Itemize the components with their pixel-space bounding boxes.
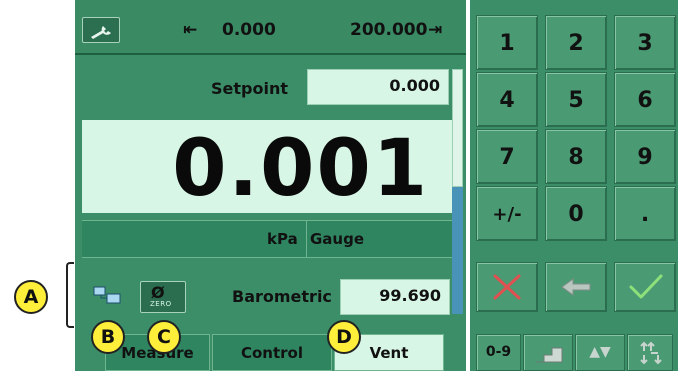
setpoint-label: Setpoint	[211, 79, 288, 98]
setpoint-field[interactable]: 0.000	[307, 69, 449, 105]
cancel-icon	[493, 274, 521, 300]
range-max-icon: ⇥	[428, 20, 443, 40]
range-min-value: 0.000	[222, 20, 276, 40]
key-2[interactable]: 2	[545, 15, 607, 70]
key-decimal[interactable]: .	[614, 186, 676, 241]
numeric-mode-button[interactable]: 0-9	[476, 334, 521, 371]
callout-c: C	[147, 320, 181, 354]
unit-divider	[306, 221, 307, 257]
up-down-arrows-button[interactable]: ▲▼	[575, 334, 625, 371]
range-min-icon: ⇤	[183, 20, 198, 40]
callout-a: A	[14, 280, 48, 314]
mode-label[interactable]: Gauge	[310, 230, 364, 248]
cancel-button[interactable]	[476, 262, 538, 312]
jog-icon	[640, 341, 662, 365]
accept-button[interactable]	[614, 262, 676, 312]
backspace-arrow-icon	[561, 278, 591, 296]
key-0[interactable]: 0	[545, 186, 607, 241]
zero-label: ZERO	[150, 300, 172, 308]
barometric-field: 99.690	[340, 279, 450, 315]
unit-label[interactable]: kPa	[267, 230, 298, 248]
jog-button[interactable]	[627, 334, 673, 371]
step-icon	[536, 347, 563, 363]
key-4[interactable]: 4	[476, 72, 538, 127]
range-max-value: 200.000	[350, 20, 428, 40]
callout-b: B	[91, 320, 125, 354]
key-5[interactable]: 5	[545, 72, 607, 127]
key-9[interactable]: 9	[614, 129, 676, 184]
key-1[interactable]: 1	[476, 15, 538, 70]
reading-value: 0.001	[172, 124, 429, 214]
step-button[interactable]	[523, 334, 573, 371]
key-3[interactable]: 3	[614, 15, 676, 70]
callout-a-bracket	[66, 262, 74, 328]
barometric-label: Barometric	[232, 287, 332, 306]
backspace-button[interactable]	[545, 262, 607, 312]
callout-d: D	[327, 320, 361, 354]
wrench-button[interactable]	[82, 17, 120, 43]
wrench-icon	[91, 26, 111, 39]
multi-display-icon[interactable]	[93, 284, 123, 306]
scrollbar-thumb[interactable]	[452, 69, 463, 187]
key-plus-minus[interactable]: +/-	[476, 186, 538, 241]
main-reading-display: 0.001	[82, 120, 452, 214]
key-6[interactable]: 6	[614, 72, 676, 127]
key-7[interactable]: 7	[476, 129, 538, 184]
tab-control[interactable]: Control	[212, 334, 332, 371]
key-8[interactable]: 8	[545, 129, 607, 184]
checkmark-icon	[629, 274, 663, 299]
